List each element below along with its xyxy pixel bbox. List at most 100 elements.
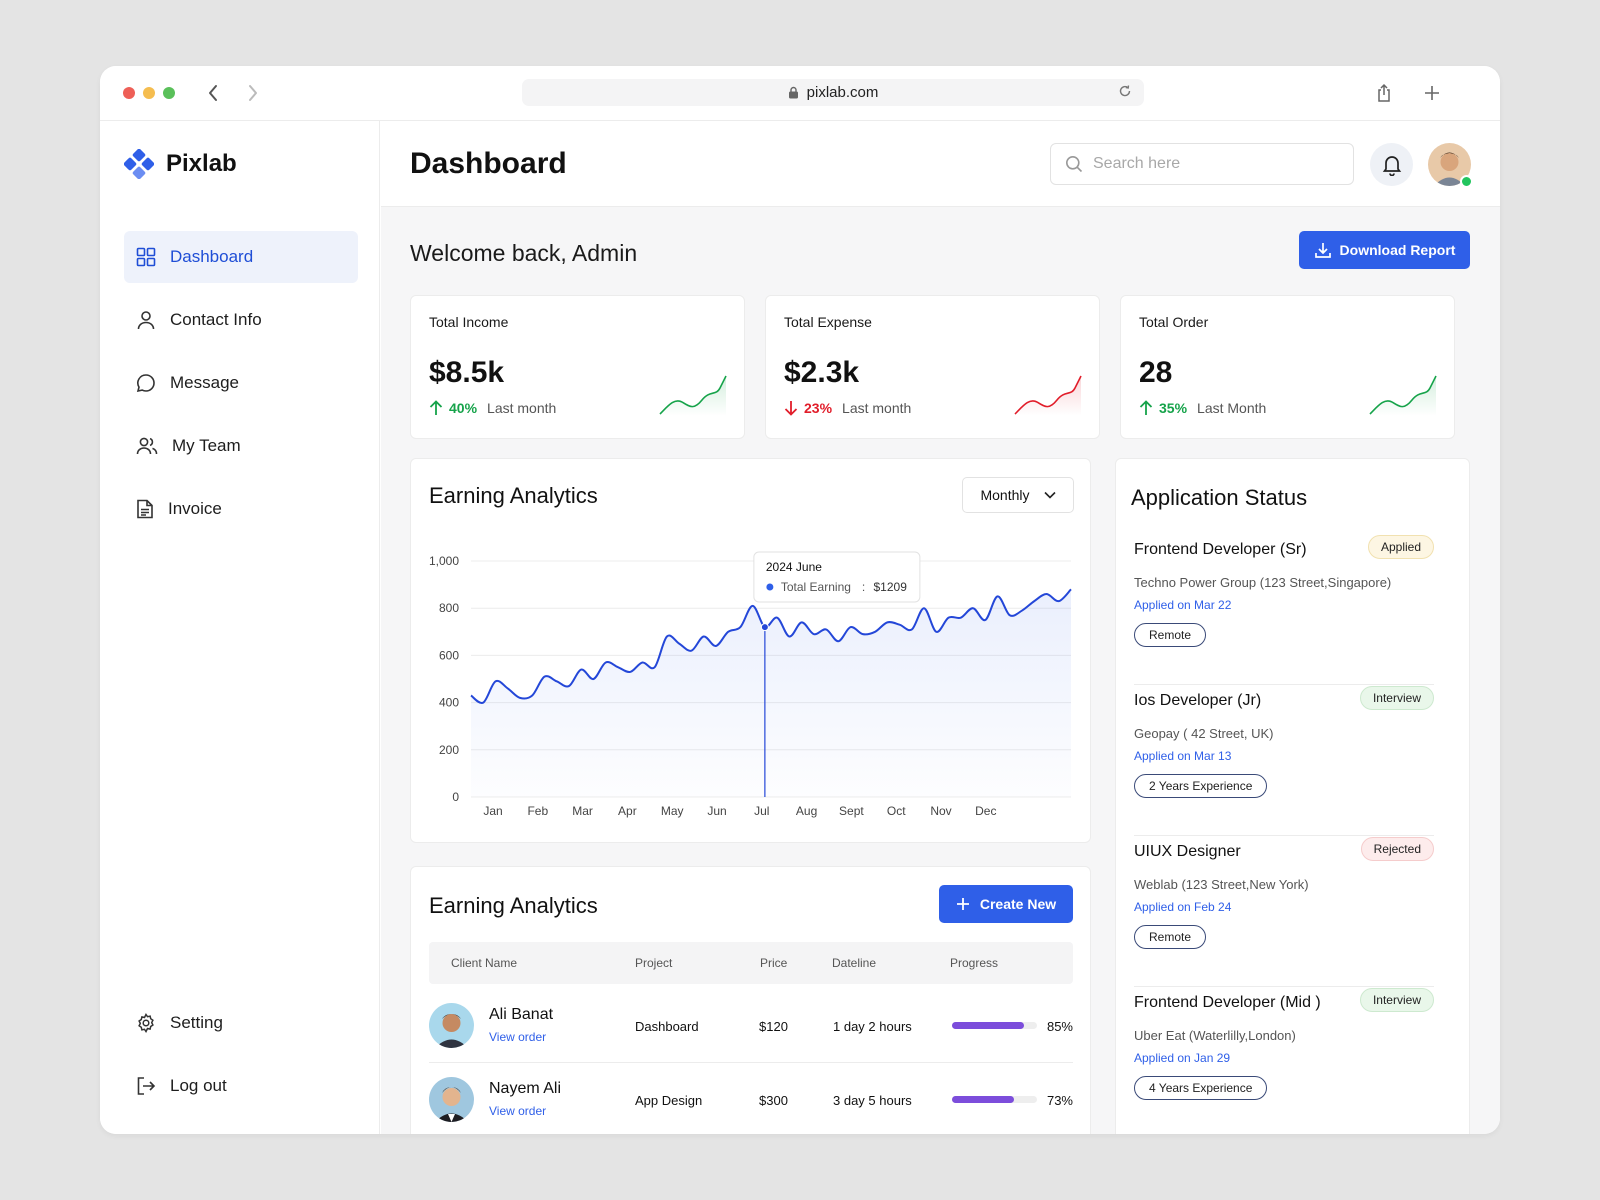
search-icon [1066, 156, 1083, 173]
data-point [591, 677, 596, 682]
x-tick-label: Sept [839, 804, 864, 818]
stat-change-percent: 40% [449, 400, 478, 416]
y-tick-label: 200 [439, 743, 459, 757]
sidebar-item-label: Invoice [168, 499, 222, 518]
highlight-point [760, 623, 769, 632]
company-name: Geopay ( 42 Street, UK) [1134, 726, 1274, 741]
earning-analytics-card: Earning Analytics Monthly 0 200 400 600 800 1… [410, 458, 1091, 843]
url-text: pixlab.com [806, 84, 879, 101]
x-tick-label: Apr [618, 804, 637, 818]
sidebar-item-label: Dashboard [170, 247, 254, 266]
data-point [775, 615, 780, 620]
browser-window: pixlab.com Pixlab Dashboard Contact Info… [100, 66, 1500, 1134]
stat-period: Last month [487, 400, 557, 416]
address-bar[interactable]: pixlab.com [522, 79, 1144, 106]
sidebar-item-my-team[interactable]: My Team [124, 420, 358, 472]
download-report-button[interactable]: Download Report [1299, 231, 1470, 269]
notifications-button[interactable] [1370, 143, 1413, 186]
close-window-button[interactable] [123, 87, 135, 99]
minimize-window-button[interactable] [143, 87, 155, 99]
data-point [701, 634, 706, 639]
stat-value: 28 [1139, 356, 1173, 389]
application-item[interactable]: Frontend Developer (Sr) Applied Techno P… [1134, 535, 1434, 685]
stat-change-percent: 23% [804, 400, 833, 416]
sidebar-item-setting[interactable]: Setting [124, 997, 358, 1049]
data-point [505, 686, 510, 691]
item-divider [1134, 684, 1434, 685]
tooltip-series-dot [766, 583, 774, 591]
arrow-up-icon [429, 400, 443, 415]
earning-line-chart: 0 200 400 600 800 1,000 Jan Feb Mar Apr May Jun Jul A… [429, 551, 1072, 818]
data-point [750, 603, 755, 608]
project-cell: App Design [635, 1093, 703, 1108]
sidebar-item-log-out[interactable]: Log out [124, 1060, 358, 1112]
tooltip-title: 2024 June [766, 560, 822, 574]
top-bar: Dashboard [381, 121, 1500, 207]
chart-area [471, 589, 1071, 797]
view-order-link[interactable]: View order [489, 1030, 546, 1044]
download-report-label: Download Report [1339, 242, 1456, 258]
data-point [603, 660, 608, 665]
client-avatar [429, 1077, 474, 1122]
client-name: Ali Banat [489, 1006, 554, 1023]
create-new-label: Create New [979, 896, 1057, 912]
sidebar-item-label: Setting [170, 1013, 223, 1032]
view-order-link[interactable]: View order [489, 1104, 546, 1118]
grid-icon [136, 247, 156, 267]
card-title: Earning Analytics [429, 893, 598, 918]
brand-name: Pixlab [166, 150, 237, 177]
data-point [713, 643, 718, 648]
price-cell: $300 [759, 1093, 788, 1108]
lock-icon [788, 86, 798, 99]
chart-tooltip: 2024 June Total Earning: $1209 [753, 551, 921, 603]
sidebar-item-message[interactable]: Message [124, 357, 358, 409]
sidebar-item-dashboard[interactable]: Dashboard [124, 231, 358, 283]
x-tick-label: Mar [572, 804, 593, 818]
sidebar-item-invoice[interactable]: Invoice [124, 483, 358, 535]
new-tab-icon[interactable] [1420, 81, 1444, 105]
chevron-down-icon [1043, 491, 1056, 499]
gear-icon [138, 1013, 154, 1033]
back-icon[interactable] [200, 80, 226, 106]
column-header: Dateline [832, 956, 877, 970]
forward-icon[interactable] [240, 80, 266, 106]
company-name: Weblab (123 Street,New York) [1134, 877, 1309, 892]
income-sparkline [659, 375, 727, 416]
table-row[interactable]: Ali Banat View order Dashboard $120 1 da… [429, 989, 1073, 1063]
item-divider [1134, 986, 1434, 987]
status-badge: Rejected [1360, 837, 1434, 861]
share-icon[interactable] [1372, 81, 1396, 105]
sidebar-item-label: Message [170, 373, 239, 392]
application-item[interactable]: Frontend Developer (Mid ) Interview Uber… [1134, 988, 1434, 1134]
application-item[interactable]: Ios Developer (Jr) Interview Geopay ( 42… [1134, 686, 1434, 836]
create-new-button[interactable]: Create New [939, 885, 1073, 923]
price-cell: $120 [759, 1019, 788, 1034]
sidebar-item-contact-info[interactable]: Contact Info [124, 294, 358, 346]
y-tick-label: 400 [439, 696, 459, 710]
data-point [1056, 599, 1061, 604]
search-box[interactable] [1050, 143, 1354, 185]
stat-change: 35% Last Month [1139, 400, 1266, 416]
reload-icon[interactable] [1118, 84, 1132, 98]
application-item[interactable]: UIUX Designer Rejected Weblab (123 Stree… [1134, 837, 1434, 987]
order-sparkline [1369, 375, 1437, 416]
data-point [860, 632, 865, 637]
period-dropdown[interactable]: Monthly [962, 477, 1074, 513]
data-point [677, 641, 682, 646]
data-point [995, 594, 1000, 599]
y-tick-label: 800 [439, 601, 459, 615]
sidebar-item-label: Log out [170, 1076, 227, 1095]
data-point [811, 632, 816, 637]
data-point [469, 693, 474, 698]
main-content: Dashboard Welcome back, Admin Download R… [381, 121, 1500, 1134]
column-header: Client Name [451, 956, 518, 970]
column-header: Project [635, 956, 673, 970]
job-tag: Remote [1134, 623, 1207, 647]
search-input[interactable] [1093, 155, 1323, 173]
maximize-window-button[interactable] [163, 87, 175, 99]
data-point [530, 693, 535, 698]
data-point [873, 629, 878, 634]
table-row[interactable]: Nayem Ali View order App Design $300 3 d… [429, 1063, 1073, 1134]
job-title: UIUX Designer [1134, 843, 1241, 860]
logo[interactable]: Pixlab [124, 149, 237, 179]
